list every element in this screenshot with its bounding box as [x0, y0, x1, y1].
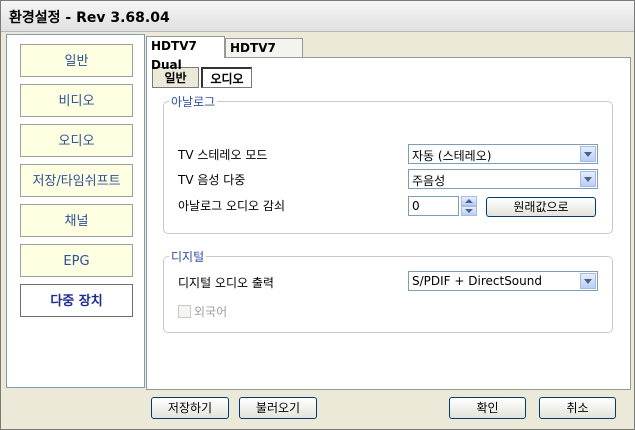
chevron-down-icon[interactable]: [580, 146, 596, 162]
sidebar-item-general[interactable]: 일반: [20, 44, 133, 77]
digital-output-select[interactable]: S/PDIF + DirectSound: [408, 271, 598, 291]
window-title: 환경설정 - Rev 3.68.04: [9, 10, 170, 26]
spin-down-icon[interactable]: [461, 206, 477, 216]
sidebar-item-channel[interactable]: 채널: [20, 204, 133, 237]
digital-output-value: S/PDIF + DirectSound: [412, 274, 542, 288]
spin-up-icon[interactable]: [461, 196, 477, 206]
stereo-mode-value: 자동 (스테레오): [412, 149, 492, 163]
analog-attenuation-label: 아날로그 오디오 감쇠: [178, 199, 285, 213]
category-sidebar: 일반 비디오 오디오 저장/타임쉬프트 채널 EPG 다중 장치: [6, 34, 145, 388]
chevron-down-icon[interactable]: [580, 171, 596, 187]
ok-button[interactable]: 확인: [449, 397, 526, 419]
tab-device-1[interactable]: HDTV7 Dual: [146, 36, 225, 72]
foreign-language-checkbox[interactable]: [178, 305, 191, 318]
reset-default-button[interactable]: 원래값으로: [486, 197, 596, 217]
settings-window: 환경설정 - Rev 3.68.04 일반 비디오 오디오 저장/타임쉬프트 채…: [0, 0, 635, 430]
sidebar-item-multi-device[interactable]: 다중 장치: [20, 284, 133, 317]
digital-group: [163, 256, 613, 333]
audio-multiplex-select[interactable]: 주음성: [408, 169, 598, 189]
chevron-down-icon[interactable]: [580, 273, 596, 289]
audio-multiplex-label: TV 음성 다중: [178, 173, 246, 187]
subtab-audio[interactable]: 오디오: [201, 67, 252, 88]
sidebar-item-recording-timeshift[interactable]: 저장/타임쉬프트: [20, 164, 133, 197]
sidebar-item-video[interactable]: 비디오: [20, 84, 133, 117]
stereo-mode-label: TV 스테레오 모드: [178, 148, 268, 162]
title-bar[interactable]: 환경설정 - Rev 3.68.04: [1, 1, 634, 32]
audio-multiplex-value: 주음성: [412, 174, 446, 188]
load-button[interactable]: 불러오기: [239, 397, 317, 419]
attenuation-value: 0: [412, 199, 420, 213]
analog-legend: 아날로그: [169, 93, 218, 110]
tab-device-2[interactable]: HDTV7 Dual: [225, 38, 303, 74]
cancel-button[interactable]: 취소: [539, 397, 616, 419]
save-button[interactable]: 저장하기: [151, 397, 229, 419]
digital-output-label: 디지털 오디오 출력: [178, 276, 274, 290]
sidebar-item-audio[interactable]: 오디오: [20, 124, 133, 157]
sidebar-item-epg[interactable]: EPG: [20, 244, 133, 277]
foreign-language-label: 외국어: [194, 305, 228, 319]
stereo-mode-select[interactable]: 자동 (스테레오): [408, 144, 598, 164]
attenuation-input[interactable]: 0: [408, 196, 459, 216]
digital-legend: 디지털: [169, 248, 207, 265]
